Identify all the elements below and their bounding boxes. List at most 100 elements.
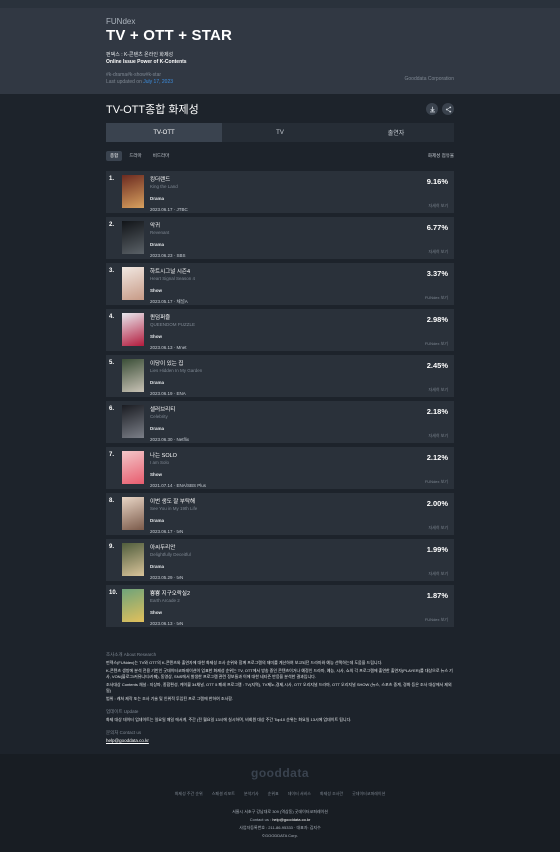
row-info: 셀러브리티 Celebrity Drama 2023.06.30 · Netflix — [150, 401, 189, 443]
rank-number: 7. — [109, 452, 115, 458]
ranking-row[interactable]: 1. 킹더랜드 King the Land Drama 2023.06.17 · JTB… — [106, 171, 454, 213]
updated-date-link[interactable]: July 17, 2023 — [143, 79, 173, 85]
row-info: 퀸덤퍼즐 QUEENDOM PUZZLE Show 2023.06.13 · Mnet — [150, 309, 195, 351]
program-genre: Show — [150, 334, 162, 339]
hashtags: #k-drama#k-show#k-star — [106, 72, 162, 78]
detail-link[interactable]: 자세히 보기 — [428, 387, 448, 393]
buzz-share-value: 1.87% — [426, 591, 448, 600]
corporation-label: Gooddata Corporation — [404, 76, 454, 82]
ranking-row[interactable]: 8. 이번 생도 잘 부탁해 See You in My 19th Life Dram… — [106, 493, 454, 535]
buzz-share-value: 2.98% — [426, 315, 448, 324]
footer-contact-label: Contact us : — [249, 817, 272, 822]
row-info: 악귀 Revenant Drama 2023.06.23 · SBS — [150, 217, 186, 259]
buzz-share-value: 2.45% — [426, 361, 448, 370]
ranking-row[interactable]: 2. 악귀 Revenant Drama 2023.06.23 · SBS 6.77% 자세… — [106, 217, 454, 259]
poster-image[interactable] — [122, 451, 144, 484]
detail-link[interactable]: FUNdex 보기 — [425, 479, 448, 485]
rank-number: 6. — [109, 406, 115, 412]
footer-link-weekly[interactable]: 화제성 주간 순위 — [175, 791, 203, 797]
ranking-row[interactable]: 3. 하트시그널 시즌4 Heart Signal Season 4 Show 2023… — [106, 263, 454, 305]
brand-label: FUNdex — [106, 17, 136, 26]
rank-number: 4. — [109, 314, 115, 320]
program-genre: Show — [150, 610, 162, 615]
last-updated: Last updated on July 17, 2023 — [106, 79, 454, 85]
program-english-title: Heart Signal Season 4 — [150, 276, 196, 281]
poster-image[interactable] — [122, 221, 144, 254]
program-genre: Drama — [150, 242, 165, 247]
program-title: 퀸덤퍼즐 — [150, 315, 171, 321]
chip-non-drama[interactable]: 비드라마 — [149, 151, 174, 161]
poster-image[interactable] — [122, 175, 144, 208]
poster-image[interactable] — [122, 589, 144, 622]
section-actions — [426, 103, 454, 115]
share-filter[interactable]: 화제성 점유율 — [428, 153, 454, 159]
poster-image[interactable] — [122, 359, 144, 392]
tab-tv-ott[interactable]: TV-OTT — [106, 123, 222, 142]
download-icon[interactable] — [426, 103, 438, 115]
ranking-row[interactable]: 5. 이당이 있는 집 Lies Hidden In My Garden Drama 2… — [106, 355, 454, 397]
rank-number: 9. — [109, 544, 115, 550]
footer-menu: 화제성 주간 순위 스페셜 리포트 분석기사 순위표 데이터 서비스 화제성 조… — [0, 791, 560, 797]
program-english-title: Delightfully Deceitful — [150, 552, 191, 557]
program-date-channel: 2023.06.17 · tvN — [150, 529, 184, 534]
poster-image[interactable] — [122, 543, 144, 576]
description-ko: 펀덱스 : K-콘텐츠 온라인 화제성 — [106, 52, 174, 58]
detail-link[interactable]: FUNdex 보기 — [425, 617, 448, 623]
ranking-row[interactable]: 7. 나는 SOLO I am Solo Show 2021.07.14 · ENA/S… — [106, 447, 454, 489]
ranking-row[interactable]: 4. 퀸덤퍼즐 QUEENDOM PUZZLE Show 2023.06.13 · Mn… — [106, 309, 454, 351]
poster-image[interactable] — [122, 313, 144, 346]
footer-link-articles[interactable]: 분석기사 — [244, 791, 259, 797]
footer-link-data-service[interactable]: 데이터 서비스 — [288, 791, 311, 797]
poster-image[interactable] — [122, 405, 144, 438]
program-english-title: Earth Arcade 2 — [150, 598, 180, 603]
footer-bizno: 사업자등록번호 : 211-86-95333 · 대표자: 김지수 — [239, 825, 321, 830]
program-english-title: See You in My 19th Life — [150, 506, 198, 511]
chip-drama[interactable]: 드라마 — [125, 151, 145, 161]
program-genre: Drama — [150, 380, 165, 385]
program-title: 킹더랜드 — [150, 177, 171, 183]
program-title: 악귀 — [150, 223, 161, 229]
ranking-row[interactable]: 6. 셀러브리티 Celebrity Drama 2023.06.30 · Netfli… — [106, 401, 454, 443]
contact-email-link[interactable]: help@gooddata.co.kr — [106, 738, 454, 743]
footer-logo[interactable]: gooddata — [0, 766, 560, 780]
rank-number: 5. — [109, 360, 115, 366]
footer-info: 서울시 서초구 강남대로 309 (역삼동) 굿데이터코퍼레이션 Contact… — [0, 808, 560, 840]
tab-performers[interactable]: 출연자 — [338, 123, 454, 142]
program-genre: Show — [150, 288, 162, 293]
detail-link[interactable]: 자세히 보기 — [428, 249, 448, 255]
program-english-title: QUEENDOM PUZZLE — [150, 322, 196, 327]
detail-link[interactable]: FUNdex 보기 — [425, 341, 448, 347]
detail-link[interactable]: 자세히 보기 — [428, 571, 448, 577]
tab-tv[interactable]: TV — [222, 123, 338, 142]
footer: gooddata 화제성 주간 순위 스페셜 리포트 분석기사 순위표 데이터 … — [0, 754, 560, 852]
buzz-share-value: 2.18% — [426, 407, 448, 416]
buzz-share-value: 3.37% — [426, 269, 448, 278]
ranking-row[interactable]: 10. 뿅뿅 지구오락실2 Earth Arcade 2 Show 2023.06.13… — [106, 585, 454, 627]
about-paragraph-4: 범위 : 캐쳐 제작 또는 조사 기술 및 인위적 투입된 프로 그램에 한하여… — [106, 696, 234, 701]
detail-link[interactable]: 자세히 보기 — [428, 203, 448, 209]
footer-contact: Contact us : help@gooddata.co.kr — [0, 816, 560, 824]
rank-number: 10. — [109, 590, 118, 596]
ranking-row[interactable]: 9. 아씨두리안 Delightfully Deceitful Drama 2023.0… — [106, 539, 454, 581]
rank-number: 2. — [109, 222, 115, 228]
detail-link[interactable]: 자세히 보기 — [428, 525, 448, 531]
detail-link[interactable]: 자세히 보기 — [428, 433, 448, 439]
program-title: 이번 생도 잘 부탁해 — [150, 499, 196, 505]
section-title: TV-OTT종합 화제성 — [106, 104, 199, 116]
share-icon[interactable] — [442, 103, 454, 115]
footer-link-company[interactable]: 굿데이터코퍼레이션 — [352, 791, 385, 797]
row-info: 이당이 있는 집 Lies Hidden In My Garden Drama 202… — [150, 355, 202, 397]
poster-image[interactable] — [122, 267, 144, 300]
description-en: Online Issue Power of K-Contents — [106, 59, 187, 65]
footer-link-special[interactable]: 스페셜 리포트 — [212, 791, 235, 797]
program-genre: Drama — [150, 518, 165, 523]
ranking-section: TV-OTT종합 화제성 TV-OTT TV 출연자 종합 드라마 비드라마 화… — [106, 102, 454, 627]
program-genre: Drama — [150, 564, 165, 569]
buzz-share-value: 2.12% — [426, 453, 448, 462]
poster-image[interactable] — [122, 497, 144, 530]
footer-link-rankings[interactable]: 순위표 — [268, 791, 279, 797]
footer-contact-email[interactable]: help@gooddata.co.kr — [272, 817, 310, 822]
detail-link[interactable]: FUNdex 보기 — [425, 295, 448, 301]
footer-link-research[interactable]: 화제성 조사란 — [320, 791, 343, 797]
chip-all[interactable]: 종합 — [106, 151, 123, 161]
